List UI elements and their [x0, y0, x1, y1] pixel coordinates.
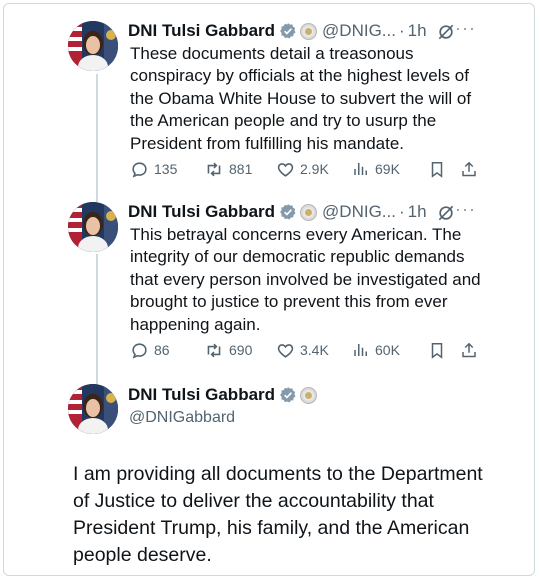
avatar[interactable] — [68, 21, 118, 71]
repost-button[interactable]: 690 — [204, 341, 276, 360]
main-tweet-text: I am providing all documents to the Depa… — [73, 463, 483, 566]
like-button[interactable]: 3.4K — [276, 341, 352, 360]
like-icon — [276, 341, 295, 360]
display-name[interactable]: DNI Tulsi Gabbard — [128, 385, 275, 405]
handle[interactable]: @DNIG... — [322, 202, 396, 222]
bookmark-button[interactable] — [428, 341, 460, 360]
handle[interactable]: @DNIG... — [322, 21, 396, 41]
more-icon[interactable]: ··· — [455, 199, 476, 220]
avatar[interactable] — [68, 202, 118, 252]
views-button[interactable]: 69K — [352, 160, 428, 178]
screenshot-frame: DNI Tulsi Gabbard @DNIG... · 1h ··· Thes… — [3, 3, 535, 576]
avatar[interactable] — [68, 384, 118, 434]
share-icon — [460, 160, 478, 179]
reply-icon — [130, 341, 149, 360]
views-button[interactable]: 60K — [352, 341, 428, 359]
more-icon[interactable]: ··· — [455, 18, 476, 39]
government-badge-icon — [300, 22, 318, 40]
verified-icon — [279, 386, 297, 404]
reply-count: 86 — [154, 342, 170, 358]
like-count: 3.4K — [300, 342, 329, 358]
display-name[interactable]: DNI Tulsi Gabbard — [128, 202, 275, 222]
verified-icon — [279, 22, 297, 40]
views-count: 60K — [375, 342, 400, 358]
action-bar: 86 690 3.4K 60K — [130, 339, 480, 361]
action-bar: 135 881 2.9K 69K — [130, 158, 480, 180]
like-count: 2.9K — [300, 161, 329, 177]
repost-icon — [204, 160, 224, 179]
display-name[interactable]: DNI Tulsi Gabbard — [128, 21, 275, 41]
reply-count: 135 — [154, 161, 178, 177]
thread-connector — [96, 74, 98, 202]
tweet-text: This betrayal concerns every American. T… — [130, 225, 481, 334]
government-badge-icon — [300, 203, 318, 221]
repost-count: 690 — [229, 342, 253, 358]
timestamp[interactable]: 1h — [408, 202, 427, 222]
views-icon — [352, 341, 370, 359]
share-button[interactable] — [460, 160, 478, 179]
reply-icon — [130, 160, 149, 179]
bookmark-button[interactable] — [428, 160, 460, 179]
handle[interactable]: @DNIGabbard — [129, 409, 235, 427]
reply-button[interactable]: 86 — [130, 341, 204, 360]
government-badge-icon — [300, 386, 318, 404]
share-button[interactable] — [460, 341, 478, 360]
share-icon — [460, 341, 478, 360]
verified-icon — [279, 203, 297, 221]
repost-icon — [204, 341, 224, 360]
reply-button[interactable]: 135 — [130, 160, 204, 179]
thread-connector — [96, 254, 98, 386]
views-count: 69K — [375, 161, 400, 177]
repost-button[interactable]: 881 — [204, 160, 276, 179]
like-button[interactable]: 2.9K — [276, 160, 352, 179]
timestamp[interactable]: 1h — [408, 21, 427, 41]
separator-dot: · — [398, 202, 405, 221]
separator-dot: · — [398, 21, 405, 40]
bookmark-icon — [428, 341, 446, 360]
like-icon — [276, 160, 295, 179]
repost-count: 881 — [229, 161, 253, 177]
views-icon — [352, 160, 370, 178]
tweet-text: These documents detail a treasonous cons… — [130, 44, 472, 153]
bookmark-icon — [428, 160, 446, 179]
main-tweet-header: DNI Tulsi Gabbard — [128, 385, 318, 405]
